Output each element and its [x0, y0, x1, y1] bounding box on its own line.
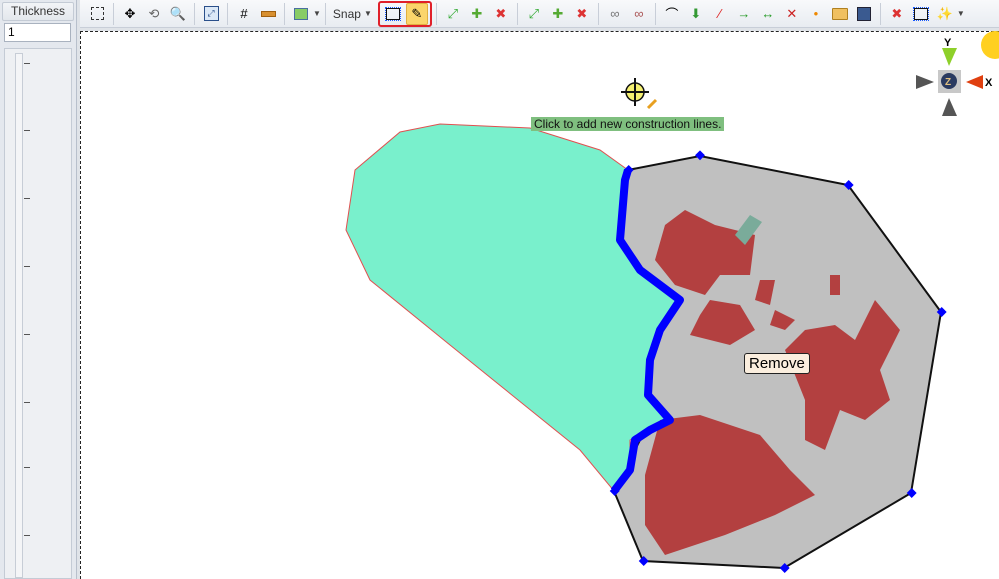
tooltip: Click to add new construction lines. — [531, 117, 725, 131]
crosshair-cursor-icon — [621, 78, 658, 110]
remove-label[interactable]: Remove — [744, 353, 810, 374]
map-drawing: Y X Z — [345, 31, 999, 573]
x-axis-label: X — [985, 77, 993, 89]
y-axis-label: Y — [944, 37, 952, 49]
z-axis-label: Z — [945, 77, 951, 88]
y-axis-arrow-icon — [942, 48, 957, 66]
neg-y-arrow-icon — [942, 98, 957, 116]
axis-gizmo: Y X Z — [916, 31, 999, 116]
sun-icon — [981, 31, 999, 59]
neg-x-arrow-icon — [916, 75, 934, 89]
x-axis-arrow-icon — [966, 75, 983, 89]
